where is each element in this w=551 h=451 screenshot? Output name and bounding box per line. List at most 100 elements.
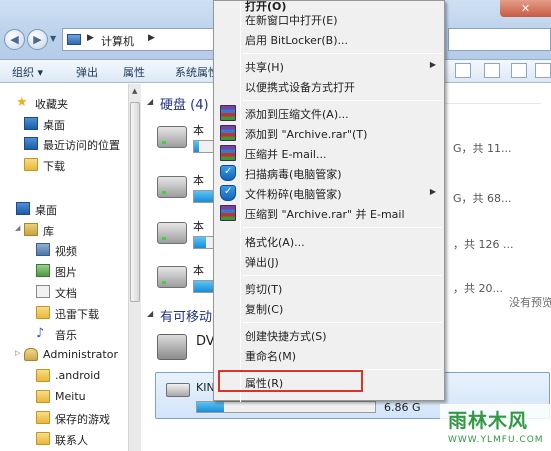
close-icon[interactable]: ✕ — [500, 0, 551, 17]
menu-item-rename[interactable]: 重命名(M) — [216, 345, 444, 365]
menu-separator — [243, 53, 442, 54]
properties-button[interactable]: 属性 — [123, 64, 145, 80]
hard-drive-icon — [157, 266, 187, 288]
expand-icon[interactable]: ▷ — [15, 349, 20, 357]
navigation-pane: ★ 收藏夹 桌面 最近访问的位置 下载 桌面 ◢ 库 视频 图片 文档 迅雷下载… — [0, 84, 128, 451]
layout-icon[interactable] — [511, 63, 527, 78]
group-title: 硬盘 (4) — [160, 98, 209, 113]
sidebar-scrollbar[interactable]: ▲ — [128, 84, 141, 451]
menu-item-label: 扫描病毒(电脑管家) — [245, 168, 342, 181]
menu-item-format[interactable]: 格式化(A)... — [216, 231, 444, 251]
menu-item-share[interactable]: 共享(H) ▶ — [216, 56, 444, 76]
expand-icon[interactable]: ◢ — [15, 224, 20, 232]
menu-separator — [243, 100, 442, 101]
drive-name: 本 — [193, 124, 204, 137]
chevron-right-icon[interactable]: ▶ — [87, 33, 94, 43]
sidebar-item-label: 图片 — [55, 266, 77, 279]
collapse-icon[interactable]: ◢ — [147, 97, 153, 106]
user-folder-icon — [24, 348, 38, 361]
menu-item-label: 重命名(M) — [245, 350, 297, 363]
view-options-icon[interactable] — [455, 63, 471, 78]
preview-pane-text: 没有预览 — [509, 296, 551, 309]
sidebar-item-label: .android — [55, 369, 101, 382]
computer-icon — [67, 34, 81, 45]
menu-separator — [243, 275, 442, 276]
sidebar-item-label: 桌面 — [43, 119, 65, 132]
menu-item-virus-scan[interactable]: 扫描病毒(电脑管家) — [216, 163, 444, 183]
menu-item-label: 格式化(A)... — [245, 236, 305, 249]
drive-free-text: G，共 68... — [453, 192, 512, 205]
document-library-icon — [36, 285, 50, 298]
submenu-arrow-icon: ▶ — [429, 187, 436, 196]
hard-drive-icon — [157, 222, 187, 244]
eject-button[interactable]: 弹出 — [76, 64, 98, 80]
desktop-icon — [24, 117, 38, 130]
menu-separator — [243, 227, 442, 228]
preview-pane-icon[interactable] — [484, 63, 500, 78]
menu-separator — [243, 322, 442, 323]
dvd-drive-label[interactable]: DV — [196, 334, 215, 349]
menu-item-label: 添加到 "Archive.rar"(T) — [245, 128, 368, 141]
help-icon[interactable] — [535, 63, 551, 78]
collapse-icon[interactable]: ◢ — [147, 309, 153, 318]
scroll-up-icon[interactable]: ▲ — [132, 87, 137, 95]
drive-free-text: ，共 126 ... — [453, 238, 514, 251]
sidebar-item-label: 最近访问的位置 — [43, 139, 120, 152]
library-icon — [24, 223, 38, 236]
group-title: 有可移动 — [160, 310, 213, 325]
menu-item-create-shortcut[interactable]: 创建快捷方式(S) — [216, 325, 444, 345]
folder-icon — [36, 369, 50, 382]
scrollbar-thumb[interactable] — [130, 102, 140, 302]
address-bar[interactable]: ▶ 计算机 ▶ — [62, 28, 217, 51]
hard-drive-icon — [157, 176, 187, 198]
favorites-label: 收藏夹 — [35, 98, 68, 111]
drive-usage-bar — [196, 401, 376, 413]
menu-item-file-shred[interactable]: 文件粉碎(电脑管家) ▶ — [216, 183, 444, 203]
organize-button[interactable]: 组织 ▾ — [12, 64, 43, 80]
folder-icon — [36, 390, 50, 403]
menu-item-label: 添加到压缩文件(A)... — [245, 108, 349, 121]
menu-item-compress-email[interactable]: 压缩并 E-mail... — [216, 143, 444, 163]
winrar-icon — [220, 205, 236, 221]
breadcrumb-computer[interactable]: 计算机 — [101, 33, 134, 49]
shield-icon — [220, 165, 236, 181]
folder-icon — [36, 432, 50, 445]
drive-usage-fill — [194, 237, 207, 248]
winrar-icon — [220, 105, 236, 121]
history-dropdown-icon[interactable]: ▼ — [50, 34, 56, 43]
drive-name: 本 — [193, 174, 204, 187]
thunder-download-icon — [36, 306, 50, 319]
drive-usage-fill — [197, 402, 224, 412]
music-note-icon: ♪ — [36, 326, 45, 341]
menu-item-bitlocker[interactable]: 启用 BitLocker(B)... — [216, 29, 444, 49]
properties-highlight-box — [218, 370, 363, 392]
forward-arrow-icon[interactable]: ▶ — [27, 29, 48, 50]
menu-item-cut[interactable]: 剪切(T) — [216, 278, 444, 298]
watermark-url: WWW.YLMFU.COM — [448, 435, 544, 445]
back-arrow-icon[interactable]: ◀ — [4, 29, 25, 50]
chevron-right-icon[interactable]: ▶ — [148, 33, 155, 43]
sidebar-item-label: 联系人 — [55, 434, 88, 447]
usb-drive-icon — [166, 383, 190, 397]
watermark-logo: 雨林木风 — [448, 410, 529, 432]
windows-drive-icon — [157, 126, 187, 148]
menu-item-add-archive[interactable]: 添加到压缩文件(A)... — [216, 103, 444, 123]
menu-item-open-new-window[interactable]: 在新窗口中打开(E) — [216, 9, 444, 29]
menu-item-add-archive-rar[interactable]: 添加到 "Archive.rar"(T) — [216, 123, 444, 143]
submenu-arrow-icon: ▶ — [429, 60, 436, 69]
dvd-drive-icon[interactable] — [157, 334, 187, 360]
menu-item-portable-device[interactable]: 以便携式设备方式打开 — [216, 76, 444, 96]
menu-item-copy[interactable]: 复制(C) — [216, 298, 444, 318]
drive-name: 本 — [193, 264, 204, 277]
menu-item-label: 压缩到 "Archive.rar" 并 E-mail — [245, 208, 405, 221]
sidebar-item-label: 下载 — [43, 160, 65, 173]
picture-library-icon — [36, 264, 50, 277]
menu-item-eject[interactable]: 弹出(J) — [216, 251, 444, 271]
video-library-icon — [36, 243, 50, 256]
sidebar-item-label: 桌面 — [35, 204, 57, 217]
menu-item-compress-rar-email[interactable]: 压缩到 "Archive.rar" 并 E-mail — [216, 203, 444, 223]
drive-usage-fill — [194, 141, 199, 152]
recent-places-icon — [24, 137, 38, 150]
search-input[interactable] — [448, 28, 551, 51]
sidebar-item-label: 库 — [43, 225, 54, 238]
